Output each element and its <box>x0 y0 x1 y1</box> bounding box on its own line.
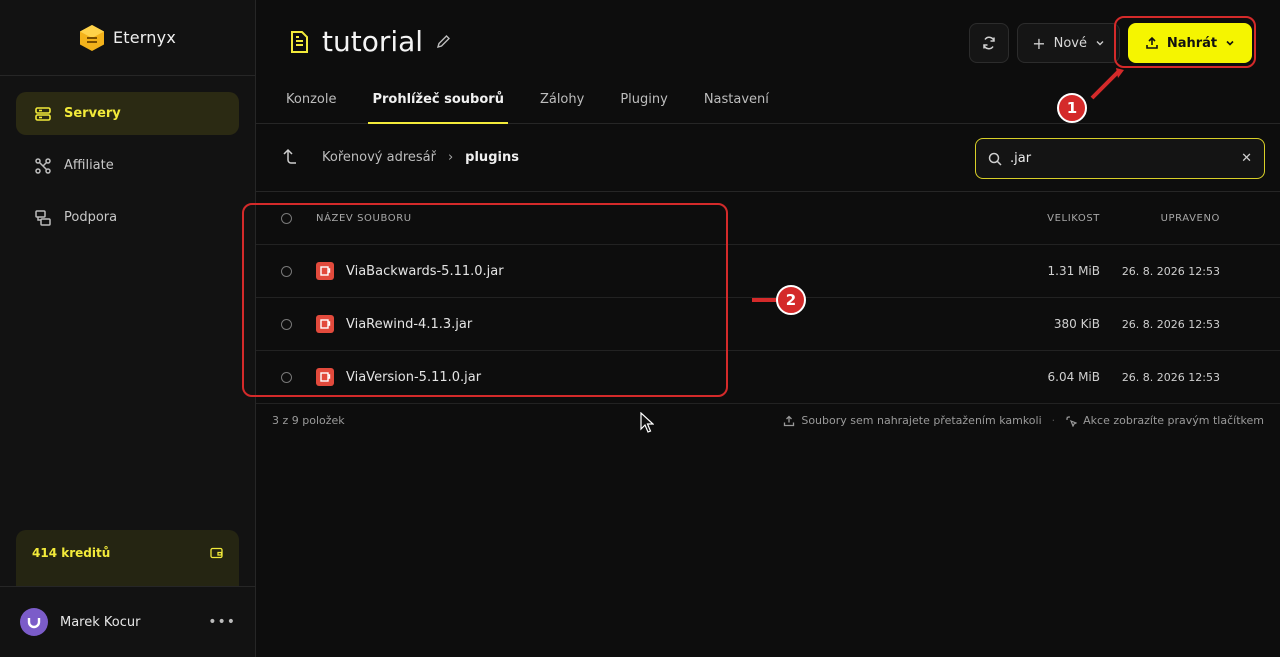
table-row[interactable]: ViaVersion-5.11.0.jar 6.04 MiB 26. 8. 20… <box>256 351 1280 404</box>
upload-button[interactable]: Nahrát <box>1128 23 1252 63</box>
search-box[interactable]: ✕ <box>975 138 1265 179</box>
column-header-name[interactable]: NÁZEV SOUBORU <box>316 213 950 224</box>
file-modified: 26. 8. 2026 12:53 <box>1121 264 1220 278</box>
file-size: 1.31 MiB <box>1047 264 1100 278</box>
file-modified: 26. 8. 2026 12:53 <box>1121 370 1220 384</box>
file-name-cell: ViaBackwards-5.11.0.jar <box>316 262 950 280</box>
more-options-icon[interactable]: ••• <box>208 614 236 630</box>
file-size: 6.04 MiB <box>1047 370 1100 384</box>
row-select-cell <box>256 265 316 277</box>
tab-pluginy[interactable]: Pluginy <box>620 82 668 124</box>
breadcrumb: Kořenový adresář › plugins <box>322 150 519 165</box>
file-name: ViaBackwards-5.11.0.jar <box>346 263 504 279</box>
annotation-arrow-1 <box>1090 68 1124 100</box>
file-name: ViaRewind-4.1.3.jar <box>346 316 473 332</box>
tab-konzole[interactable]: Konzole <box>286 82 336 124</box>
sidebar-nav: Servery Affiliate Podpora <box>0 76 255 264</box>
upload-hint-text: Soubory sem nahrajete přetažením kamkoli <box>801 414 1042 427</box>
table-row[interactable]: ViaBackwards-5.11.0.jar 1.31 MiB 26. 8. … <box>256 245 1280 298</box>
header-actions: + Nové Nahrát <box>969 23 1252 63</box>
file-size: 380 KiB <box>1053 317 1100 331</box>
sidebar-item-podpora[interactable]: Podpora <box>16 196 239 239</box>
document-icon <box>291 30 308 53</box>
avatar-logo-icon <box>27 618 41 629</box>
pointer-click-icon <box>1066 415 1078 427</box>
jar-file-icon <box>316 315 334 333</box>
eternyx-logo-icon <box>79 24 104 51</box>
select-all-checkbox[interactable] <box>280 212 292 224</box>
server-header: tutorial + Nové Nahrát Konzole Prohlížeč… <box>256 0 1280 124</box>
refresh-icon <box>983 36 995 50</box>
path-bar: Kořenový adresář › plugins ✕ <box>256 124 1280 192</box>
title-row: tutorial <box>288 25 451 58</box>
annotation-badge-1: 1 <box>1057 93 1087 123</box>
credits-card[interactable]: 414 kreditů <box>16 530 239 586</box>
upload-button-label: Nahrát <box>1166 35 1218 51</box>
upload-hint: Soubory sem nahrajete přetažením kamkoli <box>783 414 1042 427</box>
credits-amount: 414 kreditů <box>32 546 111 560</box>
file-modified: 26. 8. 2026 12:53 <box>1121 317 1220 331</box>
annotation-badge-2: 2 <box>776 285 806 315</box>
footer-hints: Soubory sem nahrajete přetažením kamkoli… <box>783 414 1264 427</box>
actions-hint: Akce zobrazíte pravým tlačítkem <box>1065 414 1264 427</box>
row-checkbox[interactable] <box>280 318 292 330</box>
breadcrumb-separator-icon: › <box>447 150 454 165</box>
sidebar-item-servery[interactable]: Servery <box>16 92 239 135</box>
sidebar-item-label: Servery <box>64 106 121 121</box>
row-select-cell <box>256 371 316 383</box>
file-name-cell: ViaVersion-5.11.0.jar <box>316 368 950 386</box>
server-tabs: Konzole Prohlížeč souborů Zálohy Pluginy… <box>286 82 769 124</box>
search-input[interactable] <box>1010 151 1234 166</box>
sidebar-item-label: Affiliate <box>64 158 114 173</box>
sidebar: Eternyx Servery Affiliate Podpora 414 kr… <box>0 0 256 657</box>
chevron-down-icon <box>1096 41 1104 46</box>
mouse-cursor-icon <box>640 412 654 433</box>
parent-directory-icon[interactable] <box>282 148 298 166</box>
breadcrumb-root[interactable]: Kořenový adresář <box>322 150 436 165</box>
row-checkbox[interactable] <box>280 265 292 277</box>
item-count: 3 z 9 položek <box>272 414 345 427</box>
search-icon <box>988 152 1002 166</box>
jar-file-icon <box>316 368 334 386</box>
table-header-row: NÁZEV SOUBORU VELIKOST UPRAVENO <box>256 192 1280 245</box>
avatar <box>20 608 48 636</box>
plus-icon: + <box>1032 33 1046 53</box>
page-title: tutorial <box>322 25 424 58</box>
column-header-modified[interactable]: UPRAVENO <box>1100 213 1280 224</box>
brand-name: Eternyx <box>112 28 176 47</box>
sidebar-item-affiliate[interactable]: Affiliate <box>16 144 239 187</box>
clear-search-icon[interactable]: ✕ <box>1241 151 1252 166</box>
column-header-size[interactable]: VELIKOST <box>950 213 1100 224</box>
chevron-down-icon <box>1226 40 1234 46</box>
support-icon <box>35 209 51 226</box>
table-row[interactable]: ViaRewind-4.1.3.jar 380 KiB 26. 8. 2026 … <box>256 298 1280 351</box>
upload-icon <box>1146 36 1158 49</box>
row-checkbox[interactable] <box>280 371 292 383</box>
table-footer: 3 z 9 položek Soubory sem nahrajete přet… <box>272 414 1264 427</box>
jar-file-icon <box>316 262 334 280</box>
brand[interactable]: Eternyx <box>0 0 255 76</box>
refresh-button[interactable] <box>969 23 1010 63</box>
server-icon <box>35 106 51 121</box>
sidebar-item-label: Podpora <box>64 210 118 225</box>
footer-separator: · <box>1051 414 1056 427</box>
user-profile[interactable]: Marek Kocur ••• <box>0 586 256 657</box>
select-all-cell <box>256 212 316 224</box>
tab-zalohy[interactable]: Zálohy <box>540 82 584 124</box>
edit-pencil-icon[interactable] <box>435 34 451 50</box>
affiliate-icon <box>35 157 51 174</box>
tab-nastaveni[interactable]: Nastavení <box>704 82 769 124</box>
file-name: ViaVersion-5.11.0.jar <box>346 369 482 385</box>
actions-hint-text: Akce zobrazíte pravým tlačítkem <box>1083 414 1264 427</box>
row-select-cell <box>256 318 316 330</box>
new-button[interactable]: + Nové <box>1017 23 1120 63</box>
new-button-label: Nové <box>1053 35 1087 51</box>
breadcrumb-current: plugins <box>465 150 519 165</box>
wallet-icon <box>210 547 223 559</box>
tab-file-browser[interactable]: Prohlížeč souborů <box>368 82 509 124</box>
upload-icon <box>784 415 795 426</box>
file-name-cell: ViaRewind-4.1.3.jar <box>316 315 950 333</box>
user-name: Marek Kocur <box>60 614 141 630</box>
